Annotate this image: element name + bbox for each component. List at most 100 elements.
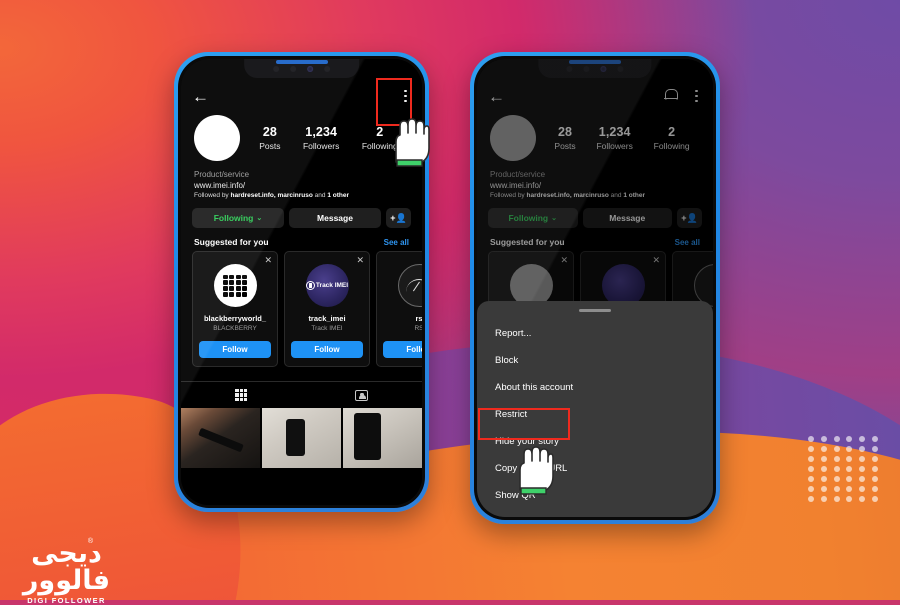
decorative-dot (858, 476, 865, 482)
decorative-dot (846, 436, 853, 442)
decorative-dot (833, 466, 840, 472)
decorative-dot (846, 466, 853, 472)
suggested-card[interactable]: ✕ rs RS Follow (376, 251, 422, 368)
stat-value: 28 (262, 125, 277, 139)
decorative-dot (833, 486, 840, 492)
chevron-down-icon: ⌄ (256, 215, 263, 223)
tab-tagged[interactable] (302, 382, 423, 408)
decorative-dot (846, 456, 853, 462)
stat-value: 1,234 (305, 125, 338, 139)
stat-label: Followers (302, 141, 340, 151)
tab-grid[interactable] (181, 382, 302, 408)
profile-bio: Product/service www.imei.info/ Followed … (181, 161, 422, 201)
hand-cursor-icon (395, 118, 430, 167)
suggested-card[interactable]: ✕ blackberryworld_ BLACKBERRY Follow (192, 251, 278, 368)
decorative-dot (846, 476, 853, 482)
gauge-icon (406, 279, 422, 292)
suggested-subtitle: Track IMEI (311, 325, 343, 333)
watermark-script-text: دیجی فالوور (22, 538, 111, 596)
suggested-header: Suggested for you See all (181, 228, 422, 251)
decorative-dot (871, 436, 878, 442)
decorative-dot (871, 446, 878, 452)
post-thumbnail[interactable] (342, 408, 422, 469)
decorative-dot (808, 436, 815, 442)
close-icon[interactable]: ✕ (264, 255, 272, 266)
decorative-dot (820, 496, 827, 502)
decorative-dot (833, 496, 840, 502)
suggested-title: Suggested for you (194, 237, 269, 248)
follow-button[interactable]: Follow (383, 341, 422, 359)
decorative-dot (871, 486, 878, 492)
tagged-icon (355, 389, 369, 401)
suggested-card[interactable]: ✕ Track IMEI track_imei Track IMEI Follo… (284, 251, 370, 368)
message-button[interactable]: Message (289, 208, 381, 229)
decorative-dot (820, 466, 827, 472)
decorative-dot (858, 436, 865, 442)
phone-bezel-right: ← 28 Posts 1,234 Followers 2 Following P… (474, 56, 716, 520)
decorative-dot (846, 446, 853, 452)
profile-url[interactable]: www.imei.info/ (194, 181, 409, 192)
suggested-cards: ✕ blackberryworld_ BLACKBERRY Follow ✕ T… (181, 251, 422, 368)
suggested-username: track_imei (308, 314, 346, 324)
decorative-dot (820, 476, 827, 482)
following-label: Following (213, 213, 254, 224)
avatar: Track IMEI (305, 264, 349, 308)
decorative-dot (808, 456, 815, 462)
sensor-dot (289, 65, 296, 72)
decorative-dot (833, 446, 840, 452)
stat-followers[interactable]: 1,234 Followers (303, 125, 339, 151)
decorative-dot (833, 436, 840, 442)
background (0, 0, 900, 600)
close-icon[interactable]: ✕ (356, 255, 364, 266)
decorative-dot (871, 496, 878, 502)
decorative-dot-grid (805, 434, 881, 504)
avatar (397, 264, 422, 308)
add-person-icon[interactable]: +👤 (386, 208, 411, 229)
menu-item-about-this-account[interactable]: About this account (477, 374, 713, 401)
phone-mockup-right: ← 28 Posts 1,234 Followers 2 Following P… (470, 52, 720, 524)
decorative-dot (858, 456, 865, 462)
see-all-link[interactable]: See all (384, 238, 409, 247)
decorative-dot (808, 446, 815, 452)
followed-by-prefix: Followed by (194, 192, 231, 200)
decorative-dot (808, 486, 815, 492)
stat-posts[interactable]: 28 Posts (259, 125, 280, 151)
menu-item-report[interactable]: Report... (477, 320, 713, 347)
decorative-dot (871, 476, 878, 482)
profile-stats: 28 Posts 1,234 Followers 2 Following (240, 125, 409, 151)
decorative-dot (808, 496, 815, 502)
sensor-dot (323, 65, 330, 72)
decorative-dot (871, 456, 878, 462)
grid-icon (235, 389, 248, 402)
suggested-subtitle: RS (414, 325, 422, 333)
suggested-subtitle: BLACKBERRY (213, 325, 257, 333)
earpiece-speaker (275, 60, 328, 64)
post-thumbnail[interactable] (181, 408, 261, 469)
followed-by-count: 1 other (327, 192, 349, 200)
watermark-subtitle: DIGI FOLLOWER (27, 596, 106, 605)
decorative-dot (820, 456, 827, 462)
watermark-registered-mark: ® (87, 538, 93, 545)
decorative-dot (808, 466, 815, 472)
decorative-dot (871, 466, 878, 472)
follow-button[interactable]: Follow (199, 341, 271, 359)
decorative-dot (846, 496, 853, 502)
menu-item-block[interactable]: Block (477, 347, 713, 374)
profile-avatar[interactable] (194, 115, 240, 161)
decorative-dot (833, 476, 840, 482)
post-thumbnail-grid (181, 408, 422, 469)
suggested-username: blackberryworld_ (203, 314, 267, 324)
suggested-username: rs (415, 314, 422, 324)
front-camera (306, 65, 313, 72)
post-thumbnail[interactable] (261, 408, 342, 469)
decorative-dot (820, 446, 827, 452)
following-button[interactable]: Following ⌄ (192, 208, 284, 229)
watermark-logo: ® دیجی فالوور DIGI FOLLOWER (14, 538, 119, 605)
follow-button[interactable]: Follow (291, 341, 363, 359)
followed-by-mid: and (312, 192, 328, 200)
blackberry-logo-icon (223, 274, 247, 297)
arrow-left-icon[interactable]: ← (192, 88, 209, 105)
sheet-drag-handle[interactable] (579, 309, 611, 312)
decorative-dot (858, 446, 865, 452)
decorative-dot (858, 486, 865, 492)
